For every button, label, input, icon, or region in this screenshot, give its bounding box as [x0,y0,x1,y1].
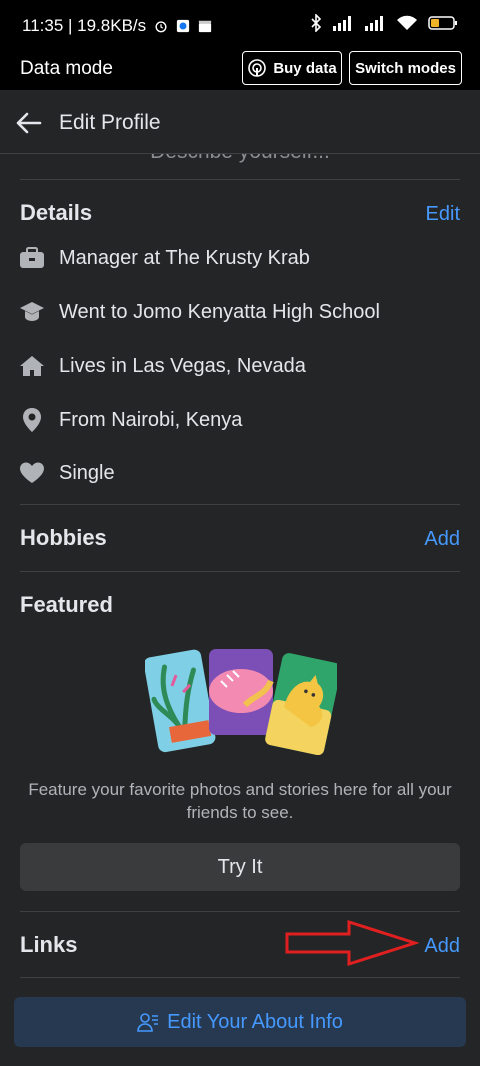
hobbies-title: Hobbies [20,525,107,550]
red-arrow-annotation [285,919,419,967]
signal-icon [365,16,383,31]
hobbies-add-link[interactable]: Add [424,528,460,551]
battery-icon [428,16,457,30]
detail-row-relationship[interactable]: Single [18,458,115,488]
divider [20,504,460,505]
detail-text: From Nairobi, Kenya [59,408,243,431]
buy-data-button[interactable]: Buy data [242,51,342,85]
bio-field[interactable]: Describe yourself... [0,154,480,180]
divider [20,571,460,572]
data-mode-bar: Data mode Buy data Switch modes [0,42,480,90]
details-title: Details [20,200,93,225]
alarm-icon [155,21,167,33]
messenger-icon [177,19,190,33]
data-mode-title: Data mode [20,58,113,79]
broadcast-icon [248,59,267,77]
try-it-button[interactable]: Try It [20,843,460,891]
page-title: Edit Profile [59,111,161,134]
signal-icon [333,16,351,31]
back-arrow-icon[interactable] [14,108,44,138]
person-list-icon [137,1013,159,1032]
detail-row-current-city[interactable]: Lives in Las Vegas, Nevada [18,351,306,381]
buy-data-label: Buy data [273,59,337,77]
links-add-link[interactable]: Add [424,935,460,958]
edit-about-info-button[interactable]: Edit Your About Info [14,997,466,1047]
featured-illustration [145,649,337,755]
status-time: 11:35 | 19.8KB/s [22,16,147,35]
location-pin-icon [18,406,46,434]
switch-modes-label: Switch modes [355,59,456,77]
detail-text: Manager at The Krusty Krab [59,246,310,269]
detail-row-hometown[interactable]: From Nairobi, Kenya [18,405,242,435]
graduation-cap-icon [18,298,46,326]
edit-about-info-label: Edit Your About Info [167,1010,343,1033]
try-it-label: Try It [217,855,263,878]
divider [20,977,460,978]
status-right [310,14,458,32]
detail-text: Went to Jomo Kenyatta High School [59,300,380,323]
bio-placeholder: Describe yourself... [0,154,480,164]
app-header: Edit Profile [0,90,480,154]
detail-row-work[interactable]: Manager at The Krusty Krab [18,243,310,273]
featured-caption: Feature your favorite photos and stories… [28,780,452,822]
details-edit-link[interactable]: Edit [426,203,460,226]
status-bar: 11:35 | 19.8KB/s [0,0,480,42]
wifi-icon [397,15,417,30]
bluetooth-icon [311,14,322,32]
briefcase-icon [18,244,46,272]
heart-icon [18,459,46,487]
divider [20,911,460,912]
divider [20,179,460,180]
status-left: 11:35 | 19.8KB/s [22,16,212,36]
detail-row-education[interactable]: Went to Jomo Kenyatta High School [18,297,380,327]
switch-modes-button[interactable]: Switch modes [349,51,462,85]
home-icon [18,352,46,380]
detail-text: Single [59,461,115,484]
clapper-icon [199,20,212,33]
links-title: Links [20,932,78,957]
detail-text: Lives in Las Vegas, Nevada [59,354,306,377]
featured-title: Featured [20,592,113,617]
